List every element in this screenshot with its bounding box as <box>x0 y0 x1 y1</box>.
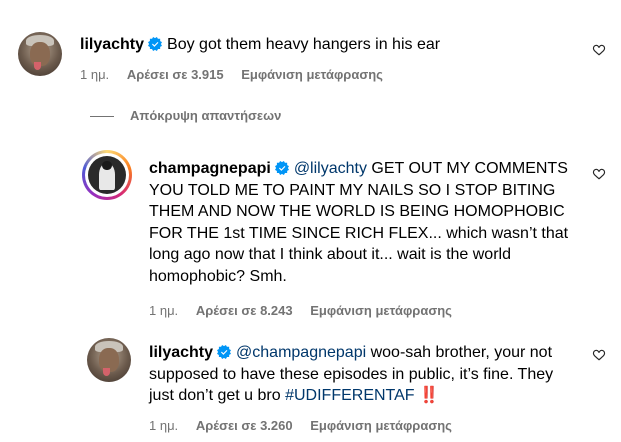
reply-mention-link[interactable]: @lilyachty <box>294 160 367 177</box>
divider-line <box>90 116 114 118</box>
reply-text-end: ‼️ <box>414 387 439 404</box>
verified-badge-icon <box>274 161 289 175</box>
avatar-tongue-shape <box>102 367 110 376</box>
reply-translate-link[interactable]: Εμφάνιση μετάφρασης <box>310 418 452 433</box>
comment-translate-link[interactable]: Εμφάνιση μετάφρασης <box>241 67 383 82</box>
avatar-picture <box>88 156 126 194</box>
reply-likes[interactable]: Αρέσει σε 8.243 <box>196 303 293 318</box>
avatar-tongue-shape <box>33 61 41 70</box>
reply-hashtag-link[interactable]: #UDIFFERENTAF <box>285 387 414 404</box>
hide-replies-button[interactable]: Απόκρυψη απαντήσεων <box>90 108 281 123</box>
comment-text: Boy got them heavy hangers in his ear <box>167 36 441 53</box>
reply-body: champagnepapi @lilyachty GET OUT MY COMME… <box>149 158 573 287</box>
avatar[interactable] <box>18 32 62 76</box>
heart-outline-icon[interactable] <box>592 43 606 57</box>
comment-body: lilyachty Boy got them heavy hangers in h… <box>80 34 560 55</box>
verified-badge-icon <box>217 345 232 359</box>
avatar-head-shape <box>102 160 112 170</box>
reply-time[interactable]: 1 ημ. <box>149 418 178 433</box>
reply-mention-link[interactable]: @champagnepapi <box>236 344 366 361</box>
avatar[interactable] <box>87 338 131 382</box>
heart-outline-icon[interactable] <box>592 167 606 181</box>
reply-username[interactable]: lilyachty <box>149 344 213 361</box>
reply-body: lilyachty @champagnepapi woo-sah brother,… <box>149 342 573 407</box>
comment-username[interactable]: lilyachty <box>80 36 144 53</box>
comment-likes[interactable]: Αρέσει σε 3.915 <box>127 67 224 82</box>
reply-text: GET OUT MY COMMENTS YOU TOLD ME TO PAINT… <box>149 160 569 285</box>
reply-translate-link[interactable]: Εμφάνιση μετάφρασης <box>310 303 452 318</box>
verified-badge-icon <box>148 37 163 51</box>
comment-time[interactable]: 1 ημ. <box>80 67 109 82</box>
hide-replies-label: Απόκρυψη απαντήσεων <box>130 108 282 123</box>
reply-likes[interactable]: Αρέσει σε 3.260 <box>196 418 293 433</box>
reply-time[interactable]: 1 ημ. <box>149 303 178 318</box>
heart-outline-icon[interactable] <box>592 348 606 362</box>
avatar[interactable] <box>82 150 132 200</box>
reply-meta: 1 ημ. Αρέσει σε 8.243 Εμφάνιση μετάφραση… <box>149 303 466 318</box>
reply-meta: 1 ημ. Αρέσει σε 3.260 Εμφάνιση μετάφραση… <box>149 418 466 433</box>
reply-username[interactable]: champagnepapi <box>149 160 271 177</box>
comment-meta: 1 ημ. Αρέσει σε 3.915 Εμφάνιση μετάφραση… <box>80 67 397 82</box>
